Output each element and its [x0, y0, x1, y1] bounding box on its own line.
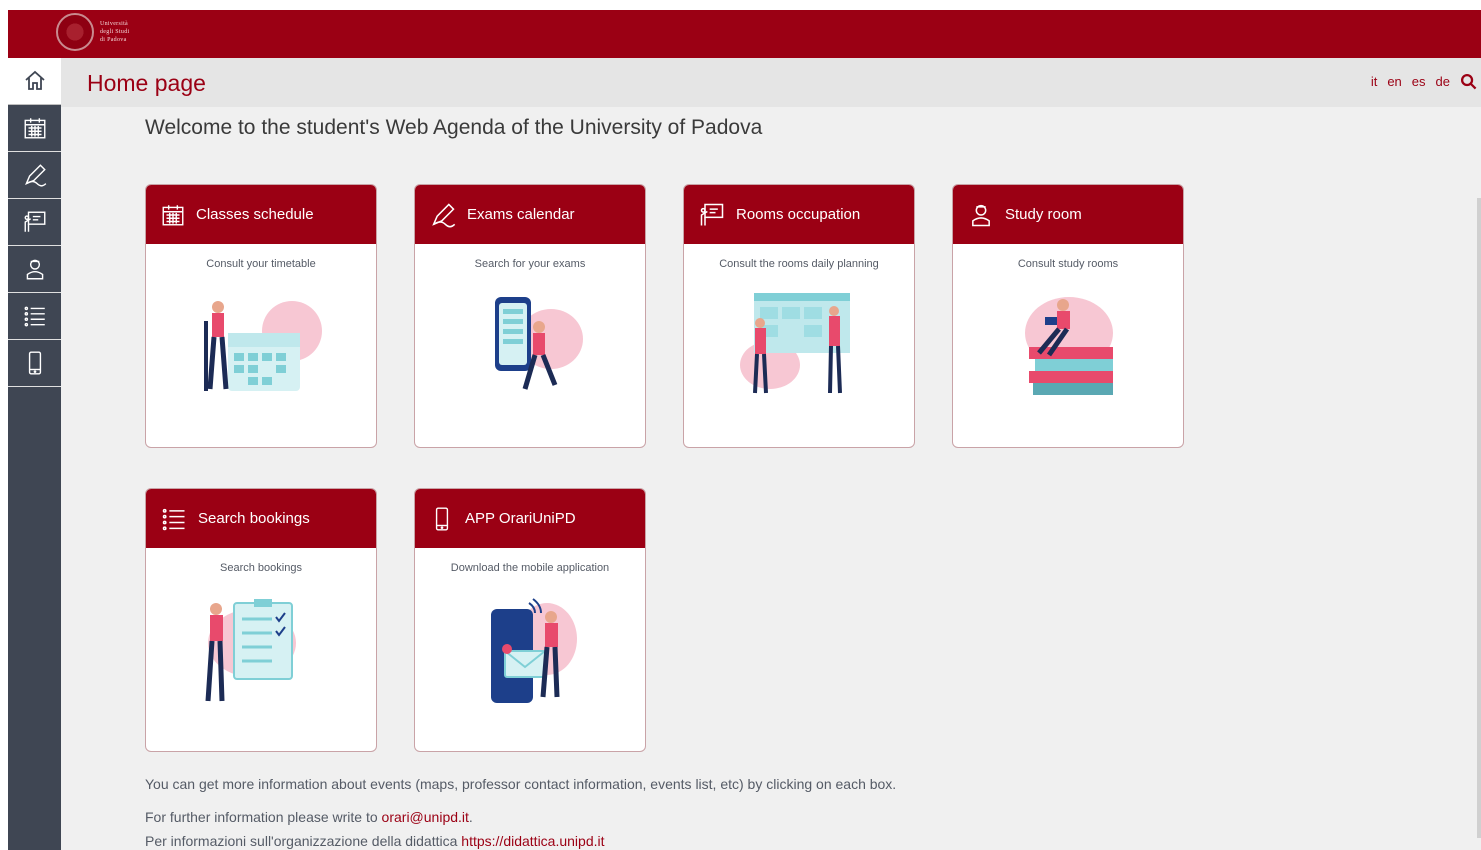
card-header: Rooms occupation — [684, 185, 914, 244]
card-header: APP OrariUniPD — [415, 489, 645, 548]
exams-illustration — [461, 293, 601, 410]
card-header: Exams calendar — [415, 185, 645, 244]
university-seal-icon — [56, 13, 94, 51]
card-header: Search bookings — [146, 489, 376, 548]
sidebar-item-home[interactable] — [8, 58, 61, 105]
mobile-icon — [435, 506, 449, 531]
pen-icon — [432, 202, 456, 227]
card-study-room[interactable]: Study room Consult study rooms — [952, 184, 1184, 448]
contact-suffix: . — [468, 809, 473, 825]
page-title: Home page — [87, 70, 206, 96]
welcome-heading: Welcome to the student's Web Agenda of t… — [145, 116, 763, 139]
sidebar-item-exams[interactable] — [8, 152, 61, 199]
sidebar-item-bookings[interactable] — [8, 293, 61, 340]
contact-prefix: For further information please write to — [145, 809, 382, 825]
study-room-illustration — [999, 293, 1139, 410]
board-icon — [700, 203, 724, 225]
page-header: Home page it en es de — [61, 58, 1481, 107]
search-icon[interactable] — [1460, 73, 1477, 90]
card-subtitle: Consult study rooms — [1017, 258, 1119, 270]
didattica-prefix: Per informazioni sull'organizzazione del… — [145, 833, 462, 849]
card-subtitle: Search for your exams — [474, 258, 586, 270]
card-title: Search bookings — [198, 510, 310, 527]
card-exams-calendar[interactable]: Exams calendar Search for your exams — [414, 184, 646, 448]
main-content: Home page it en es de Welcome to the stu… — [61, 58, 1481, 850]
card-header: Classes schedule — [146, 185, 376, 244]
sidebar-item-rooms[interactable] — [8, 199, 61, 246]
rooms-illustration — [730, 293, 870, 410]
app-illustration — [461, 597, 601, 714]
card-header: Study room — [953, 185, 1183, 244]
card-title: APP OrariUniPD — [465, 510, 576, 527]
card-classes-schedule[interactable]: Classes schedule Consult your timetable — [145, 184, 377, 448]
events-info-text: You can get more information about event… — [145, 776, 897, 792]
top-bar: Università degli Studi di Padova — [8, 10, 1481, 58]
lang-es[interactable]: es — [1412, 74, 1426, 89]
card-title: Rooms occupation — [736, 206, 861, 223]
student-icon — [26, 259, 43, 280]
sidebar-item-classes[interactable] — [8, 105, 61, 152]
card-subtitle: Consult your timetable — [206, 258, 316, 270]
didattica-link[interactable]: https://didattica.unipd.it — [461, 833, 604, 849]
logo-line-3: di Padova — [100, 37, 127, 43]
list-icon — [162, 508, 185, 530]
card-search-bookings[interactable]: Search bookings Search bookings — [145, 488, 377, 752]
logo-line-2: degli Studi — [100, 29, 130, 35]
calendar-icon — [162, 204, 184, 225]
card-title: Study room — [1005, 206, 1082, 223]
logo-line-1: Università — [100, 21, 128, 27]
contact-email-link[interactable]: orari@unipd.it — [382, 809, 469, 825]
bookings-illustration — [192, 597, 332, 714]
lang-de[interactable]: de — [1436, 74, 1450, 89]
timetable-illustration — [192, 293, 332, 410]
contact-info: For further information please write to … — [145, 809, 473, 825]
card-rooms-occupation[interactable]: Rooms occupation Consult the rooms daily… — [683, 184, 915, 448]
sidebar-item-study-room[interactable] — [8, 246, 61, 293]
sidebar — [8, 58, 61, 850]
board-icon — [24, 211, 45, 232]
card-app-orariunipd[interactable]: APP OrariUniPD Download the mobile appli… — [414, 488, 646, 752]
lang-en[interactable]: en — [1387, 74, 1401, 89]
pen-icon — [24, 164, 46, 187]
list-icon — [24, 306, 45, 327]
card-title: Exams calendar — [467, 206, 575, 223]
logo-text: Università degli Studi di Padova — [100, 20, 129, 44]
mobile-icon — [28, 351, 41, 375]
card-subtitle: Search bookings — [220, 562, 302, 574]
student-icon — [972, 204, 990, 226]
card-subtitle: Download the mobile application — [450, 562, 610, 574]
didattica-info: Per informazioni sull'organizzazione del… — [145, 833, 605, 849]
university-logo[interactable]: Università degli Studi di Padova — [56, 13, 129, 51]
sidebar-item-app[interactable] — [8, 340, 61, 387]
vertical-scrollbar[interactable] — [1477, 198, 1481, 838]
home-icon — [24, 70, 45, 90]
lang-it[interactable]: it — [1371, 74, 1378, 89]
card-title: Classes schedule — [196, 206, 314, 223]
calendar-icon — [24, 118, 45, 139]
card-subtitle: Consult the rooms daily planning — [719, 258, 879, 270]
language-selector: it en es de — [1371, 73, 1477, 90]
